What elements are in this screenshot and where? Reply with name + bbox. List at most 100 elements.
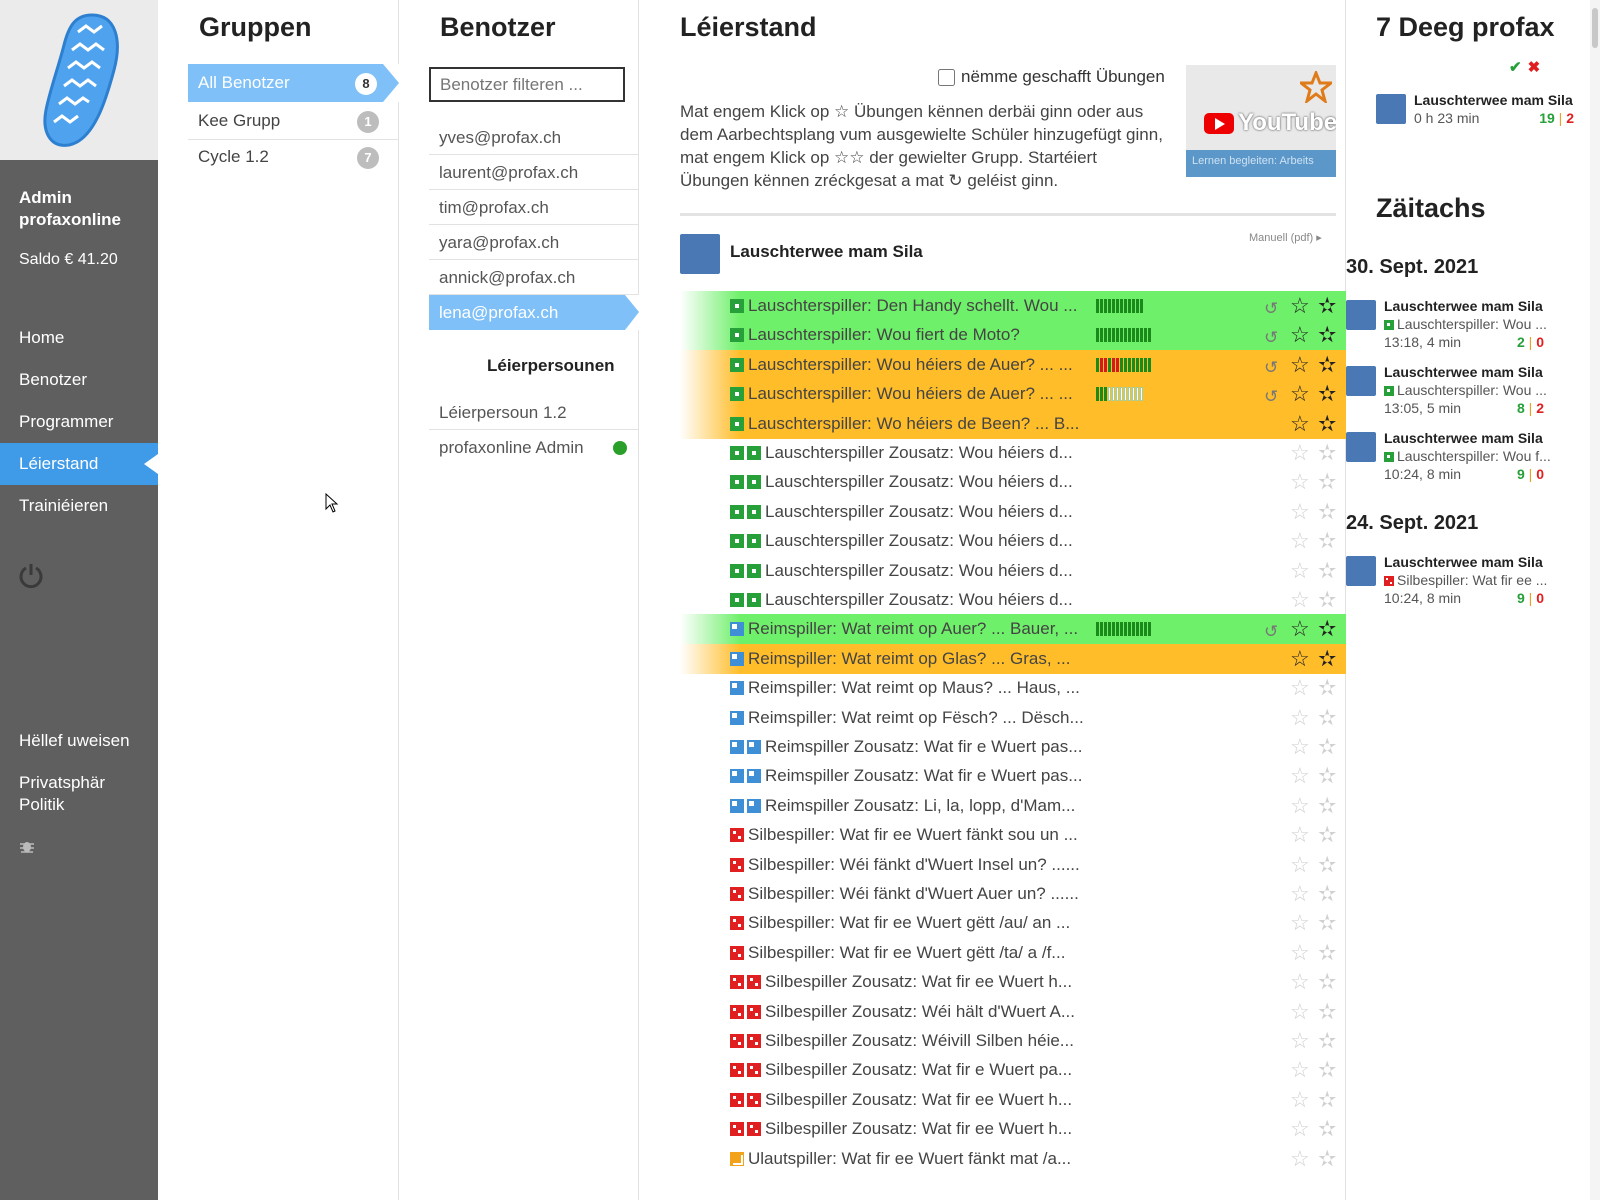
group-no-group[interactable]: Kee Grupp 1	[188, 102, 399, 140]
week-summary[interactable]: Lauschterwee mam Sila 0 h 23 min 19 | 2	[1376, 92, 1600, 152]
star-student-icon[interactable]: ☆	[1290, 467, 1310, 497]
exercise-row[interactable]: Lauschterspiller: Wou héiers de Auer? ..…	[680, 379, 1346, 410]
star-student-icon[interactable]: ☆	[1290, 644, 1310, 674]
exercise-row[interactable]: Lauschterspiller Zousatz: Wou héiers d..…	[680, 438, 1346, 468]
star-group-icon[interactable]: ✫	[1318, 850, 1336, 880]
star-group-icon[interactable]: ✫	[1318, 703, 1336, 733]
exercise-row[interactable]: Lauschterspiller Zousatz: Wou héiers d..…	[680, 467, 1346, 497]
nav-home[interactable]: Home	[0, 317, 158, 359]
star-group-icon[interactable]: ✫	[1318, 526, 1336, 556]
teacher-item[interactable]: Léierpersoun 1.2	[429, 395, 639, 430]
scrollbar[interactable]	[1590, 0, 1600, 1200]
exercise-row[interactable]: Ulautspiller: Wat fir ee Wuert fänkt mat…	[680, 1144, 1346, 1174]
nav-programs[interactable]: Programmer	[0, 401, 158, 443]
user-item[interactable]: yara@profax.ch	[429, 225, 639, 260]
user-item-selected[interactable]: lena@profax.ch	[429, 295, 639, 330]
star-group-icon[interactable]: ✫	[1318, 614, 1336, 644]
star-student-icon[interactable]: ☆	[1290, 320, 1310, 350]
star-student-icon[interactable]: ☆	[1290, 967, 1310, 997]
star-group-icon[interactable]: ✫	[1318, 1114, 1336, 1144]
user-filter-input[interactable]	[429, 67, 625, 102]
star-group-icon[interactable]: ✫	[1318, 1055, 1336, 1085]
star-group-icon[interactable]: ✫	[1318, 1144, 1336, 1174]
power-icon[interactable]	[19, 563, 43, 594]
star-student-icon[interactable]: ☆	[1290, 438, 1310, 468]
star-student-icon[interactable]: ☆	[1290, 791, 1310, 821]
star-group-icon[interactable]: ✫	[1318, 644, 1336, 674]
exercise-row[interactable]: Silbespiller Zousatz: Wat fir ee Wuert h…	[680, 967, 1346, 997]
star-group-icon[interactable]: ✫	[1318, 467, 1336, 497]
star-student-icon[interactable]: ☆	[1290, 585, 1310, 615]
teacher-item-admin[interactable]: profaxonline Admin	[429, 430, 639, 465]
star-student-icon[interactable]: ☆	[1290, 703, 1310, 733]
star-group-icon[interactable]: ✫	[1318, 908, 1336, 938]
user-item[interactable]: laurent@profax.ch	[429, 155, 639, 190]
star-group-icon[interactable]: ✫	[1318, 997, 1336, 1027]
exercise-row[interactable]: Silbespiller Zousatz: Wéi hält d'Wuert A…	[680, 997, 1346, 1027]
exercise-row[interactable]: Reimspiller Zousatz: Wat fir e Wuert pas…	[680, 732, 1346, 762]
star-group-icon[interactable]: ✫	[1318, 1026, 1336, 1056]
star-student-icon[interactable]: ☆	[1290, 497, 1310, 527]
manual-pdf-link[interactable]: Manuell (pdf) ▸	[1249, 231, 1322, 244]
help-link[interactable]: Hëllef uweisen	[19, 730, 149, 752]
exercise-row[interactable]: Reimspiller: Wat reimt op Glas? ... Gras…	[680, 643, 1346, 674]
bug-icon[interactable]	[19, 838, 35, 859]
star-group-icon[interactable]: ✫	[1318, 438, 1336, 468]
star-student-icon[interactable]: ☆	[1290, 379, 1310, 409]
star-group-icon[interactable]: ✫	[1318, 732, 1336, 762]
exercise-row[interactable]: Lauschterspiller Zousatz: Wou héiers d..…	[680, 556, 1346, 586]
star-group-icon[interactable]: ✫	[1318, 409, 1336, 439]
group-cycle-1-2[interactable]: Cycle 1.2 7	[188, 138, 399, 176]
star-student-icon[interactable]: ☆	[1290, 614, 1310, 644]
star-student-icon[interactable]: ☆	[1290, 673, 1310, 703]
star-group-icon[interactable]: ✫	[1318, 820, 1336, 850]
star-student-icon[interactable]: ☆	[1290, 526, 1310, 556]
privacy-link[interactable]: Privatsphär Politik	[19, 772, 149, 816]
star-group-icon[interactable]: ✫	[1318, 497, 1336, 527]
only-done-checkbox[interactable]	[938, 68, 955, 86]
exercise-row[interactable]: Lauschterspiller Zousatz: Wou héiers d..…	[680, 497, 1346, 527]
exercise-row[interactable]: Silbespiller: Wat fir ee Wuert gëtt /au/…	[680, 908, 1346, 938]
exercise-row[interactable]: Lauschterspiller Zousatz: Wou héiers d..…	[680, 526, 1346, 556]
exercise-row[interactable]: Lauschterspiller: Wou héiers de Auer? ..…	[680, 349, 1346, 380]
timeline-entry[interactable]: Lauschterwee mam Sila Lauschterspiller: W…	[1346, 364, 1600, 424]
star-group-icon[interactable]: ✫	[1318, 320, 1336, 350]
exercise-row[interactable]: Silbespiller: Wéi fänkt d'Wuert Insel un…	[680, 850, 1346, 880]
exercise-row[interactable]: Reimspiller: Wat reimt op Auer? ... Baue…	[680, 614, 1346, 645]
star-student-icon[interactable]: ☆	[1290, 556, 1310, 586]
scrollbar-thumb[interactable]	[1592, 8, 1598, 48]
star-group-icon[interactable]: ✫	[1318, 1085, 1336, 1115]
star-student-icon[interactable]: ☆	[1290, 938, 1310, 968]
only-done-filter[interactable]: nëmme geschafft Übungen	[938, 67, 1165, 87]
exercise-row[interactable]: Silbespiller: Wat fir ee Wuert fänkt sou…	[680, 820, 1346, 850]
star-student-icon[interactable]: ☆	[1290, 1085, 1310, 1115]
exercise-row[interactable]: Lauschterspiller: Den Handy schellt. Wou…	[680, 291, 1346, 321]
exercise-row[interactable]: Silbespiller: Wat fir ee Wuert gëtt /ta/…	[680, 938, 1346, 968]
star-student-icon[interactable]: ☆	[1290, 997, 1310, 1027]
star-student-icon[interactable]: ☆	[1290, 761, 1310, 791]
star-student-icon[interactable]: ☆	[1290, 850, 1310, 880]
nav-progress[interactable]: Léierstand	[0, 443, 158, 485]
star-group-icon[interactable]: ✫	[1318, 379, 1336, 409]
star-group-icon[interactable]: ✫	[1318, 350, 1336, 380]
exercise-row[interactable]: Lauschterspiller: Wo héiers de Been? ...…	[680, 408, 1346, 439]
user-item[interactable]: annick@profax.ch	[429, 260, 639, 295]
footprint-logo[interactable]	[0, 0, 158, 160]
star-student-icon[interactable]: ☆	[1290, 732, 1310, 762]
youtube-video-thumbnail[interactable]: YouTube Lernen begleiten: Arbeits	[1186, 65, 1336, 177]
star-group-icon[interactable]: ✫	[1318, 673, 1336, 703]
exercise-row[interactable]: Reimspiller: Wat reimt op Maus? ... Haus…	[680, 673, 1346, 703]
star-student-icon[interactable]: ☆	[1290, 1055, 1310, 1085]
star-student-icon[interactable]: ☆	[1290, 820, 1310, 850]
star-group-icon[interactable]: ✫	[1318, 585, 1336, 615]
exercise-row[interactable]: Silbespiller Zousatz: Wat fir e Wuert pa…	[680, 1055, 1346, 1085]
star-group-icon[interactable]: ✫	[1318, 291, 1336, 321]
timeline-entry[interactable]: Lauschterwee mam Sila Lauschterspiller: W…	[1346, 430, 1600, 490]
group-all-users[interactable]: All Benotzer 8	[188, 64, 399, 102]
star-student-icon[interactable]: ☆	[1290, 409, 1310, 439]
nav-training[interactable]: Trainiéieren	[0, 485, 158, 527]
star-group-icon[interactable]: ✫	[1318, 791, 1336, 821]
star-group-icon[interactable]: ✫	[1318, 938, 1336, 968]
star-student-icon[interactable]: ☆	[1290, 291, 1310, 321]
exercise-row[interactable]: Silbespiller: Wéi fänkt d'Wuert Auer un?…	[680, 879, 1346, 909]
